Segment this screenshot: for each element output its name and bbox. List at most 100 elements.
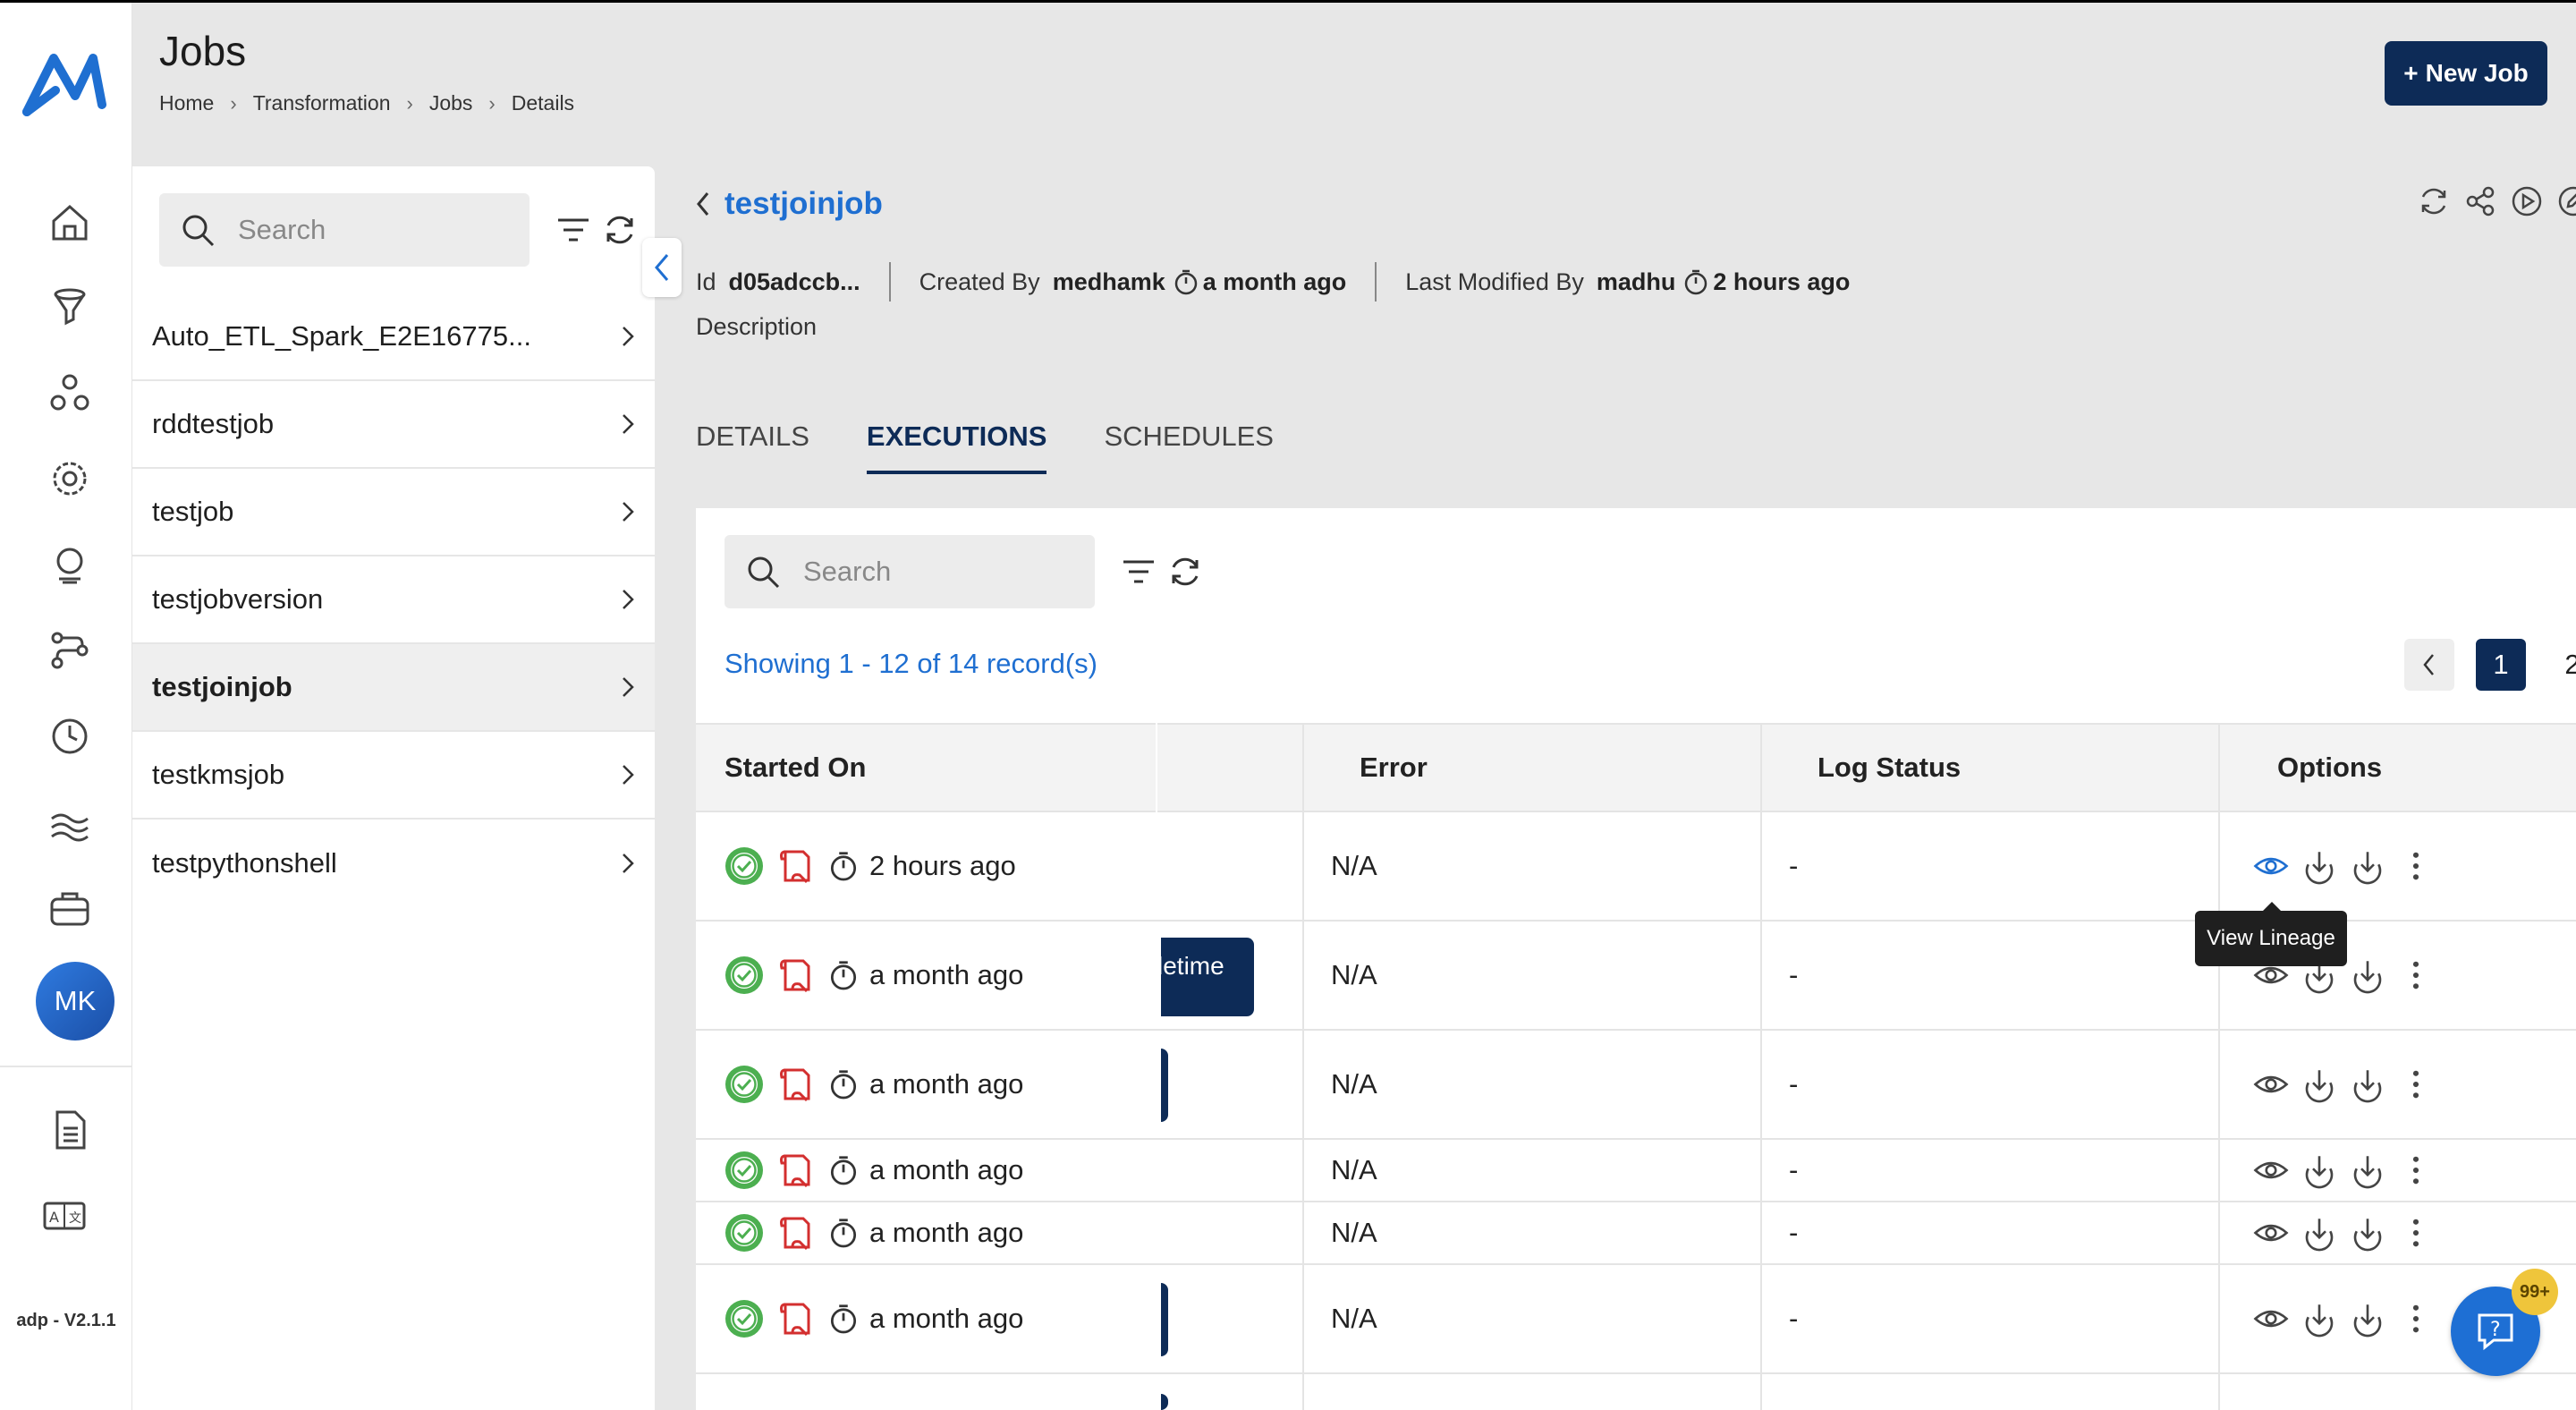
database-icon[interactable] [43, 881, 97, 935]
job-name: testjob [152, 496, 234, 527]
download-logs-icon[interactable] [2349, 1151, 2386, 1189]
error-cell: N/A [1331, 1303, 1377, 1334]
job-list-item[interactable]: Auto_ETL_Spark_E2E16775... [132, 293, 655, 381]
funnel-icon[interactable] [43, 280, 97, 334]
log-scroll-icon[interactable] [775, 1149, 818, 1192]
id-label: Id [696, 268, 716, 295]
log-scroll-icon[interactable] [775, 1211, 818, 1254]
view-lineage-icon[interactable] [2252, 1151, 2290, 1189]
col-started-on[interactable]: Started On [696, 725, 866, 811]
breadcrumb-jobs[interactable]: Jobs [429, 91, 473, 115]
status-success-icon [723, 1211, 766, 1254]
download-logs-icon[interactable] [2349, 1214, 2386, 1252]
tab-schedules[interactable]: SCHEDULES [1104, 420, 1274, 474]
breadcrumb-details: Details [511, 91, 575, 115]
translate-icon[interactable]: A文 [38, 1189, 91, 1243]
collapse-panel-button[interactable] [642, 238, 682, 297]
table-row: 2 hours ago N/A - [696, 812, 2576, 922]
breadcrumb-home[interactable]: Home [159, 91, 214, 115]
download-icon[interactable] [2301, 1300, 2338, 1338]
prev-page-button[interactable] [2404, 639, 2454, 691]
document-icon[interactable] [43, 1103, 97, 1157]
job-list-item[interactable]: testkmsjob [132, 732, 655, 820]
view-lineage-icon[interactable] [2252, 1066, 2290, 1103]
view-lineage-icon[interactable] [2252, 1214, 2290, 1252]
refresh-icon[interactable] [1166, 553, 1204, 590]
created-ago: a month ago [1202, 268, 1347, 295]
tab-executions[interactable]: EXECUTIONS [866, 420, 1047, 474]
view-lineage-icon[interactable] [2252, 847, 2290, 885]
log-scroll-icon[interactable] [775, 1063, 818, 1106]
filter-icon[interactable] [1120, 553, 1157, 590]
detail-tabs: DETAILS EXECUTIONS SCHEDULES [696, 420, 1331, 474]
more-options-icon[interactable] [2397, 847, 2435, 885]
download-icon[interactable] [2301, 847, 2338, 885]
home-icon[interactable] [43, 196, 97, 250]
back-chevron-icon[interactable] [694, 190, 712, 218]
view-lineage-icon[interactable] [2252, 1300, 2290, 1338]
more-options-icon[interactable] [2397, 1151, 2435, 1189]
pipeline-icon[interactable] [43, 624, 97, 677]
id-value: d05adccb... [728, 268, 860, 295]
download-logs-icon[interactable] [2349, 956, 2386, 994]
more-options-icon[interactable] [2397, 1214, 2435, 1252]
log-scroll-icon[interactable] [775, 845, 818, 888]
timer-icon [826, 1216, 860, 1250]
column-chip[interactable] [1161, 1394, 1168, 1410]
log-status-cell: - [1789, 850, 1799, 881]
left-rail: MK A文 adp - V2.1.1 [0, 3, 132, 1410]
page-2-button[interactable]: 2 [2547, 639, 2576, 691]
job-list-item[interactable]: testjob [132, 469, 655, 556]
refresh-icon[interactable] [601, 211, 639, 249]
settings-cog-icon[interactable] [43, 452, 97, 505]
edit-icon[interactable] [2556, 184, 2576, 218]
download-logs-icon[interactable] [2349, 1300, 2386, 1338]
tab-details[interactable]: DETAILS [696, 420, 809, 474]
col-options[interactable]: Options [2249, 725, 2382, 811]
more-options-icon[interactable] [2397, 1066, 2435, 1103]
app-logo[interactable] [20, 40, 109, 126]
job-name: testjoinjob [152, 671, 292, 702]
table-row: a month ago N/A - [696, 1202, 2576, 1265]
new-job-button[interactable]: + New Job [2385, 41, 2547, 106]
log-status-cell: - [1789, 1154, 1799, 1185]
status-success-icon [723, 1063, 766, 1106]
job-list-item[interactable]: testjobversion [132, 556, 655, 644]
clock-icon[interactable] [43, 709, 97, 763]
filter-icon[interactable] [555, 211, 592, 249]
user-avatar[interactable]: MK [36, 962, 114, 1041]
col-log-status[interactable]: Log Status [1789, 725, 1961, 811]
executions-search-input[interactable]: Search [724, 535, 1095, 608]
log-scroll-icon[interactable] [775, 954, 818, 997]
download-logs-icon[interactable] [2349, 1066, 2386, 1103]
download-logs-icon[interactable] [2349, 847, 2386, 885]
log-scroll-icon[interactable] [775, 1297, 818, 1340]
timer-icon [1174, 269, 1197, 295]
timer-icon [826, 1067, 860, 1101]
sync-icon[interactable] [2417, 184, 2451, 218]
lake-icon[interactable] [43, 795, 97, 849]
run-icon[interactable] [2510, 184, 2544, 218]
started-on-cell: a month ago [723, 1031, 1023, 1138]
more-options-icon[interactable] [2397, 956, 2435, 994]
column-chip[interactable]: letime [1157, 938, 1254, 1016]
breadcrumb-transformation[interactable]: Transformation [253, 91, 391, 115]
plus-icon: + [2403, 59, 2419, 87]
app-version: adp - V2.1.1 [16, 1311, 116, 1330]
share-icon[interactable] [2463, 184, 2497, 218]
column-chip[interactable] [1161, 1049, 1168, 1122]
job-list-item-active[interactable]: testjoinjob [132, 644, 655, 732]
download-icon[interactable] [2301, 1214, 2338, 1252]
job-search-input[interactable]: Search [159, 193, 530, 267]
col-error[interactable]: Error [1331, 725, 1428, 811]
job-list-item[interactable]: testpythonshell [132, 820, 655, 907]
network-icon[interactable] [43, 366, 97, 420]
job-list-item[interactable]: rddtestjob [132, 381, 655, 469]
more-options-icon[interactable] [2397, 1300, 2435, 1338]
download-icon[interactable] [2301, 1151, 2338, 1189]
lightbulb-icon[interactable] [43, 538, 97, 591]
page-1-button[interactable]: 1 [2476, 639, 2526, 691]
download-icon[interactable] [2301, 1066, 2338, 1103]
started-time: 2 hours ago [869, 850, 1016, 881]
column-chip[interactable] [1161, 1283, 1168, 1356]
